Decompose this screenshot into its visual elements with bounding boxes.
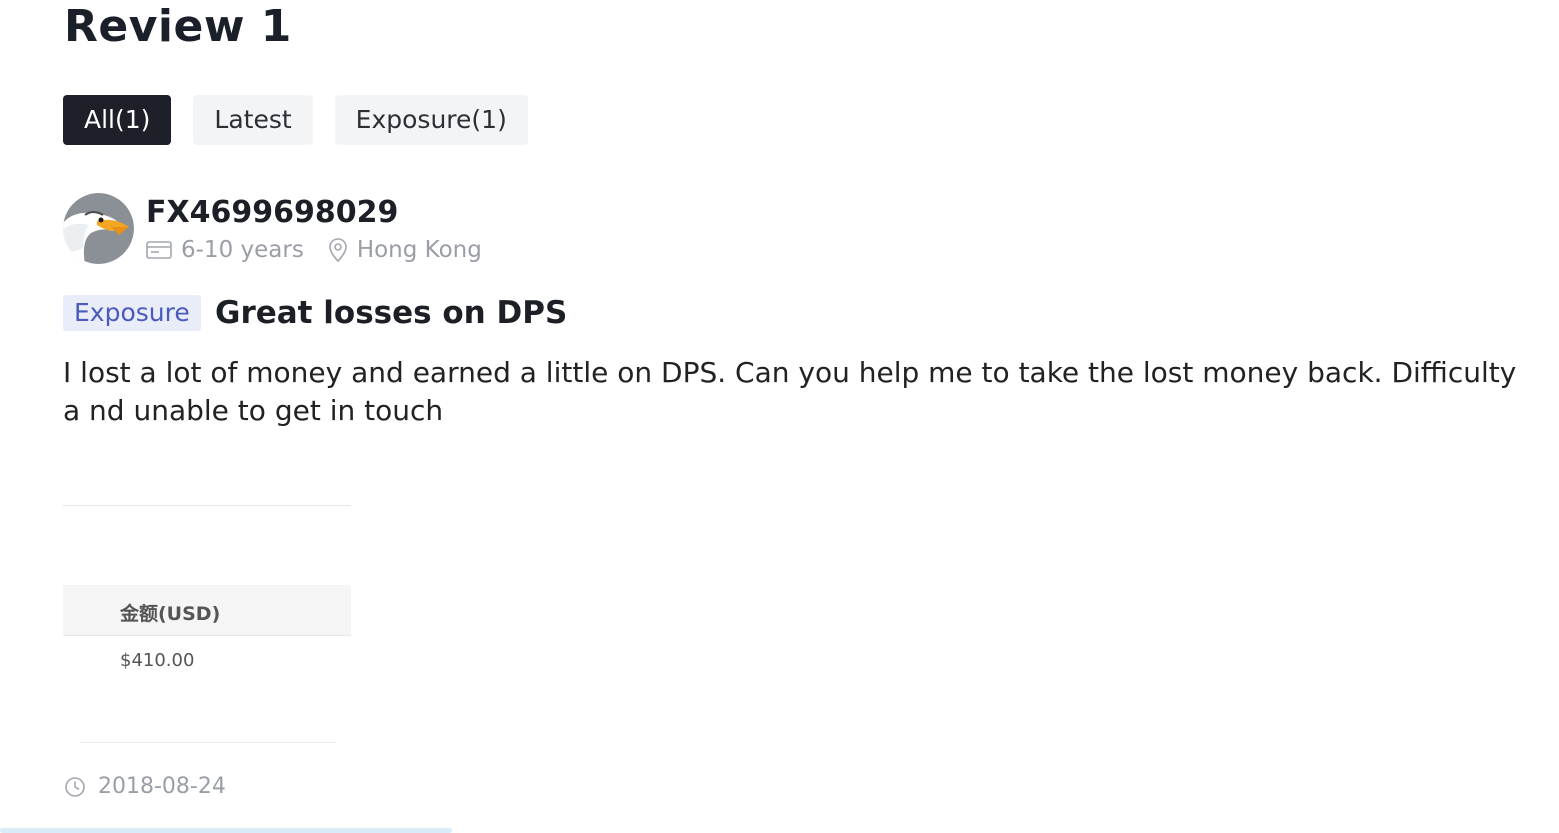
- tab-exposure[interactable]: Exposure(1): [334, 95, 528, 145]
- review-date: 2018-08-24: [64, 771, 226, 803]
- amount-column-header: 金额(USD): [120, 603, 221, 625]
- experience-info: 6-10 years: [146, 234, 304, 266]
- review-body: I lost a lot of money and earned a littl…: [63, 356, 1517, 427]
- user-meta: 6-10 years Hong Kong: [146, 234, 482, 266]
- page-title: Review 1: [64, 1, 292, 52]
- horizontal-scrollbar[interactable]: [0, 828, 452, 833]
- clock-icon: [65, 777, 85, 797]
- attachment-divider-top: [63, 505, 351, 506]
- attachment-divider-bottom: [80, 742, 336, 743]
- tab-all[interactable]: All(1): [63, 95, 172, 145]
- experience-text: 6-10 years: [181, 237, 304, 263]
- attachment-table-header: 金额(USD): [63, 585, 351, 636]
- location-text: Hong Kong: [356, 237, 482, 263]
- avatar[interactable]: [63, 193, 134, 264]
- review-page: Review 1 All(1) Latest Exposure(1) FX469…: [0, 0, 1559, 833]
- eagle-avatar-icon: [63, 193, 134, 264]
- attachment-image[interactable]: 金额(USD) $410.00: [63, 505, 351, 745]
- review-filter-tabs: All(1) Latest Exposure(1): [63, 95, 528, 145]
- review-title: Great losses on DPS: [215, 295, 568, 331]
- location-pin-icon: [329, 238, 347, 263]
- category-badge: Exposure: [63, 295, 201, 331]
- username[interactable]: FX4699698029: [146, 193, 398, 233]
- id-card-icon: [146, 241, 172, 259]
- tab-latest[interactable]: Latest: [193, 95, 313, 145]
- date-text: 2018-08-24: [98, 774, 226, 799]
- location-info: Hong Kong: [328, 234, 482, 266]
- amount-value: $410.00: [120, 650, 195, 671]
